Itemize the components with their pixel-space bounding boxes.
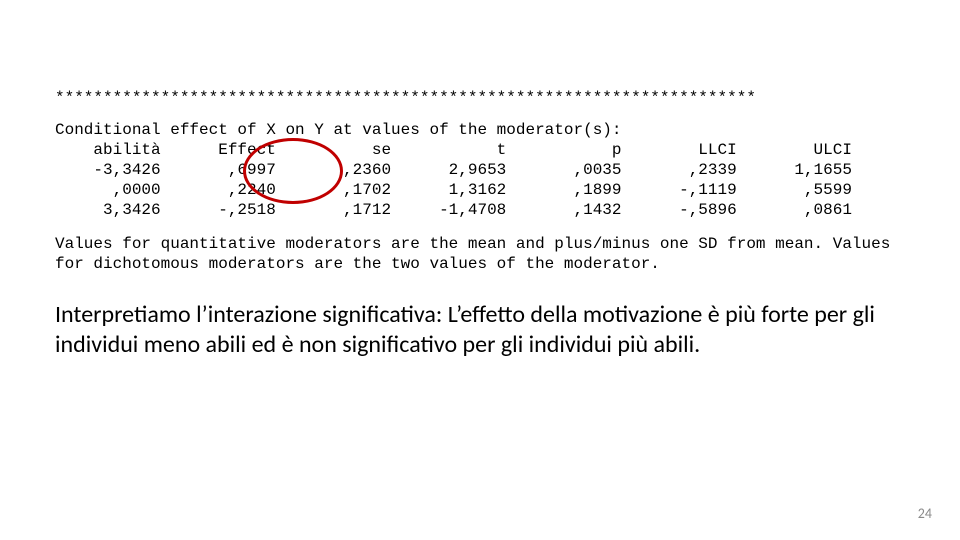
slide: ****************************************… [0,0,960,540]
conditional-effects-table: Conditional effect of X on Y at values o… [55,120,905,220]
page-number: 24 [918,505,932,522]
conditional-effects-block: Conditional effect of X on Y at values o… [55,120,905,220]
separator-stars: ****************************************… [55,88,905,108]
moderator-footnote: Values for quantitative moderators are t… [55,234,905,274]
interpretation-text: Interpretiamo l’interazione significativ… [55,300,895,360]
